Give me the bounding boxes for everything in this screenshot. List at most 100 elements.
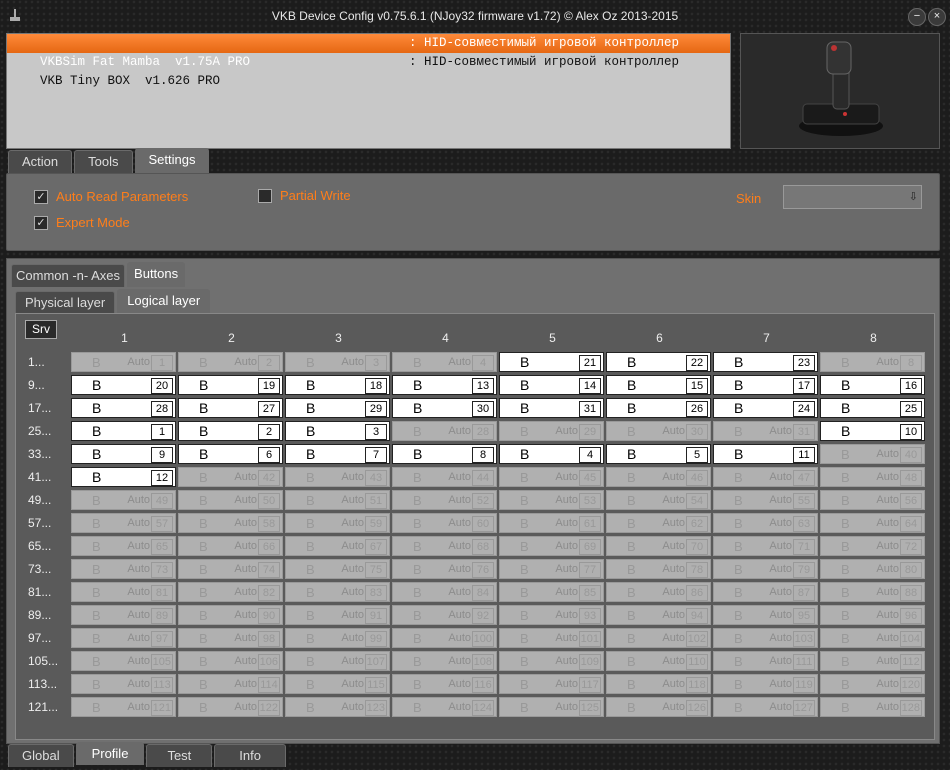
button-cell[interactable]: B Auto 127 bbox=[713, 697, 818, 717]
button-cell[interactable]: B Auto 100 bbox=[392, 628, 497, 648]
button-cell[interactable]: B Auto 59 bbox=[285, 513, 390, 533]
button-cell[interactable]: B7 bbox=[285, 444, 390, 464]
button-cell[interactable]: B Auto 72 bbox=[820, 536, 925, 556]
minimize-button[interactable]: − bbox=[908, 8, 926, 26]
button-cell[interactable]: B Auto 95 bbox=[713, 605, 818, 625]
button-cell[interactable]: B Auto 89 bbox=[71, 605, 176, 625]
button-cell[interactable]: B Auto 119 bbox=[713, 674, 818, 694]
button-cell[interactable]: B Auto 81 bbox=[71, 582, 176, 602]
button-cell[interactable]: B Auto 79 bbox=[713, 559, 818, 579]
button-cell[interactable]: B Auto 90 bbox=[178, 605, 283, 625]
button-cell[interactable]: B Auto 70 bbox=[606, 536, 711, 556]
device-list[interactable]: VKBSim Fat Mamba v1.75A PRO: HID-совмест… bbox=[6, 33, 731, 149]
button-cell[interactable]: B Auto 123 bbox=[285, 697, 390, 717]
button-cell[interactable]: B Auto 102 bbox=[606, 628, 711, 648]
button-cell[interactable]: B5 bbox=[606, 444, 711, 464]
button-cell[interactable]: B Auto 113 bbox=[71, 674, 176, 694]
button-cell[interactable]: B Auto 31 bbox=[713, 421, 818, 441]
button-cell[interactable]: B Auto 91 bbox=[285, 605, 390, 625]
button-cell[interactable]: B 11 bbox=[713, 444, 818, 464]
button-cell[interactable]: B Auto 3 bbox=[285, 352, 390, 372]
button-cell[interactable]: B Auto 75 bbox=[285, 559, 390, 579]
button-cell[interactable]: B 22 bbox=[606, 352, 711, 372]
button-cell[interactable]: B Auto 29 bbox=[499, 421, 604, 441]
button-cell[interactable]: B Auto 122 bbox=[178, 697, 283, 717]
tab-info[interactable]: Info bbox=[214, 744, 286, 767]
auto-read-checkbox[interactable]: ✓ Auto Read Parameters bbox=[34, 189, 188, 204]
button-cell[interactable]: B Auto 108 bbox=[392, 651, 497, 671]
button-cell[interactable]: B Auto 115 bbox=[285, 674, 390, 694]
button-cell[interactable]: B Auto 2 bbox=[178, 352, 283, 372]
button-cell[interactable]: B Auto 42 bbox=[178, 467, 283, 487]
button-cell[interactable]: B Auto 120 bbox=[820, 674, 925, 694]
button-cell[interactable]: B Auto 40 bbox=[820, 444, 925, 464]
button-cell[interactable]: B1 bbox=[71, 421, 176, 441]
button-cell[interactable]: B Auto 117 bbox=[499, 674, 604, 694]
tab-action[interactable]: Action bbox=[8, 150, 73, 173]
button-cell[interactable]: B 19 bbox=[178, 375, 283, 395]
tab-physical-layer[interactable]: Physical layer bbox=[15, 291, 116, 314]
button-cell[interactable]: B Auto 112 bbox=[820, 651, 925, 671]
tab-buttons[interactable]: Buttons bbox=[127, 262, 186, 287]
tab-profile[interactable]: Profile bbox=[75, 742, 145, 765]
button-cell[interactable]: B Auto 98 bbox=[178, 628, 283, 648]
button-cell[interactable]: B 13 bbox=[392, 375, 497, 395]
button-cell[interactable]: B Auto 71 bbox=[713, 536, 818, 556]
tab-test[interactable]: Test bbox=[146, 744, 213, 767]
button-cell[interactable]: B Auto 45 bbox=[499, 467, 604, 487]
button-cell[interactable]: B Auto 64 bbox=[820, 513, 925, 533]
button-cell[interactable]: B Auto 99 bbox=[285, 628, 390, 648]
tab-global[interactable]: Global bbox=[8, 744, 74, 767]
button-cell[interactable]: B Auto 80 bbox=[820, 559, 925, 579]
button-cell[interactable]: B Auto 86 bbox=[606, 582, 711, 602]
button-cell[interactable]: B Auto 82 bbox=[178, 582, 283, 602]
button-cell[interactable]: B Auto 63 bbox=[713, 513, 818, 533]
button-cell[interactable]: B3 bbox=[285, 421, 390, 441]
device-row[interactable]: VKBSim Fat Mamba v1.75A PRO: HID-совмест… bbox=[7, 34, 730, 69]
tab-settings[interactable]: Settings bbox=[134, 148, 210, 173]
button-cell[interactable]: B Auto 77 bbox=[499, 559, 604, 579]
button-cell[interactable]: B Auto 66 bbox=[178, 536, 283, 556]
button-cell[interactable]: B Auto 65 bbox=[71, 536, 176, 556]
button-cell[interactable]: B 24 bbox=[713, 398, 818, 418]
skin-dropdown[interactable]: ⇩ bbox=[783, 185, 922, 209]
button-cell[interactable]: B Auto 74 bbox=[178, 559, 283, 579]
button-cell[interactable]: B 27 bbox=[178, 398, 283, 418]
button-cell[interactable]: B Auto 55 bbox=[713, 490, 818, 510]
button-cell[interactable]: B Auto 4 bbox=[392, 352, 497, 372]
button-cell[interactable]: B Auto 78 bbox=[606, 559, 711, 579]
button-cell[interactable]: B9 bbox=[71, 444, 176, 464]
button-cell[interactable]: B Auto 116 bbox=[392, 674, 497, 694]
button-cell[interactable]: B Auto 62 bbox=[606, 513, 711, 533]
button-cell[interactable]: B 28 bbox=[71, 398, 176, 418]
button-cell[interactable]: B Auto 104 bbox=[820, 628, 925, 648]
button-cell[interactable]: B Auto 87 bbox=[713, 582, 818, 602]
button-cell[interactable]: B Auto 96 bbox=[820, 605, 925, 625]
button-cell[interactable]: B Auto 48 bbox=[820, 467, 925, 487]
button-cell[interactable]: B Auto 97 bbox=[71, 628, 176, 648]
button-cell[interactable]: B Auto 52 bbox=[392, 490, 497, 510]
button-cell[interactable]: B Auto 105 bbox=[71, 651, 176, 671]
button-cell[interactable]: B Auto 50 bbox=[178, 490, 283, 510]
button-cell[interactable]: B Auto 118 bbox=[606, 674, 711, 694]
button-cell[interactable]: B Auto 126 bbox=[606, 697, 711, 717]
button-cell[interactable]: B Auto 1 bbox=[71, 352, 176, 372]
button-cell[interactable]: B Auto 60 bbox=[392, 513, 497, 533]
button-cell[interactable]: B Auto 85 bbox=[499, 582, 604, 602]
button-cell[interactable]: B Auto 128 bbox=[820, 697, 925, 717]
button-cell[interactable]: B Auto 76 bbox=[392, 559, 497, 579]
button-cell[interactable]: B Auto 94 bbox=[606, 605, 711, 625]
button-cell[interactable]: B Auto 93 bbox=[499, 605, 604, 625]
button-cell[interactable]: B Auto 125 bbox=[499, 697, 604, 717]
button-cell[interactable]: B 10 bbox=[820, 421, 925, 441]
button-cell[interactable]: B Auto 103 bbox=[713, 628, 818, 648]
button-cell[interactable]: B Auto 69 bbox=[499, 536, 604, 556]
button-cell[interactable]: B 15 bbox=[606, 375, 711, 395]
button-cell[interactable]: B Auto 84 bbox=[392, 582, 497, 602]
button-cell[interactable]: B 12 bbox=[71, 467, 176, 487]
button-cell[interactable]: B Auto 8 bbox=[820, 352, 925, 372]
button-cell[interactable]: B Auto 54 bbox=[606, 490, 711, 510]
button-cell[interactable]: B 20 bbox=[71, 375, 176, 395]
button-cell[interactable]: B Auto 51 bbox=[285, 490, 390, 510]
button-cell[interactable]: B Auto 114 bbox=[178, 674, 283, 694]
